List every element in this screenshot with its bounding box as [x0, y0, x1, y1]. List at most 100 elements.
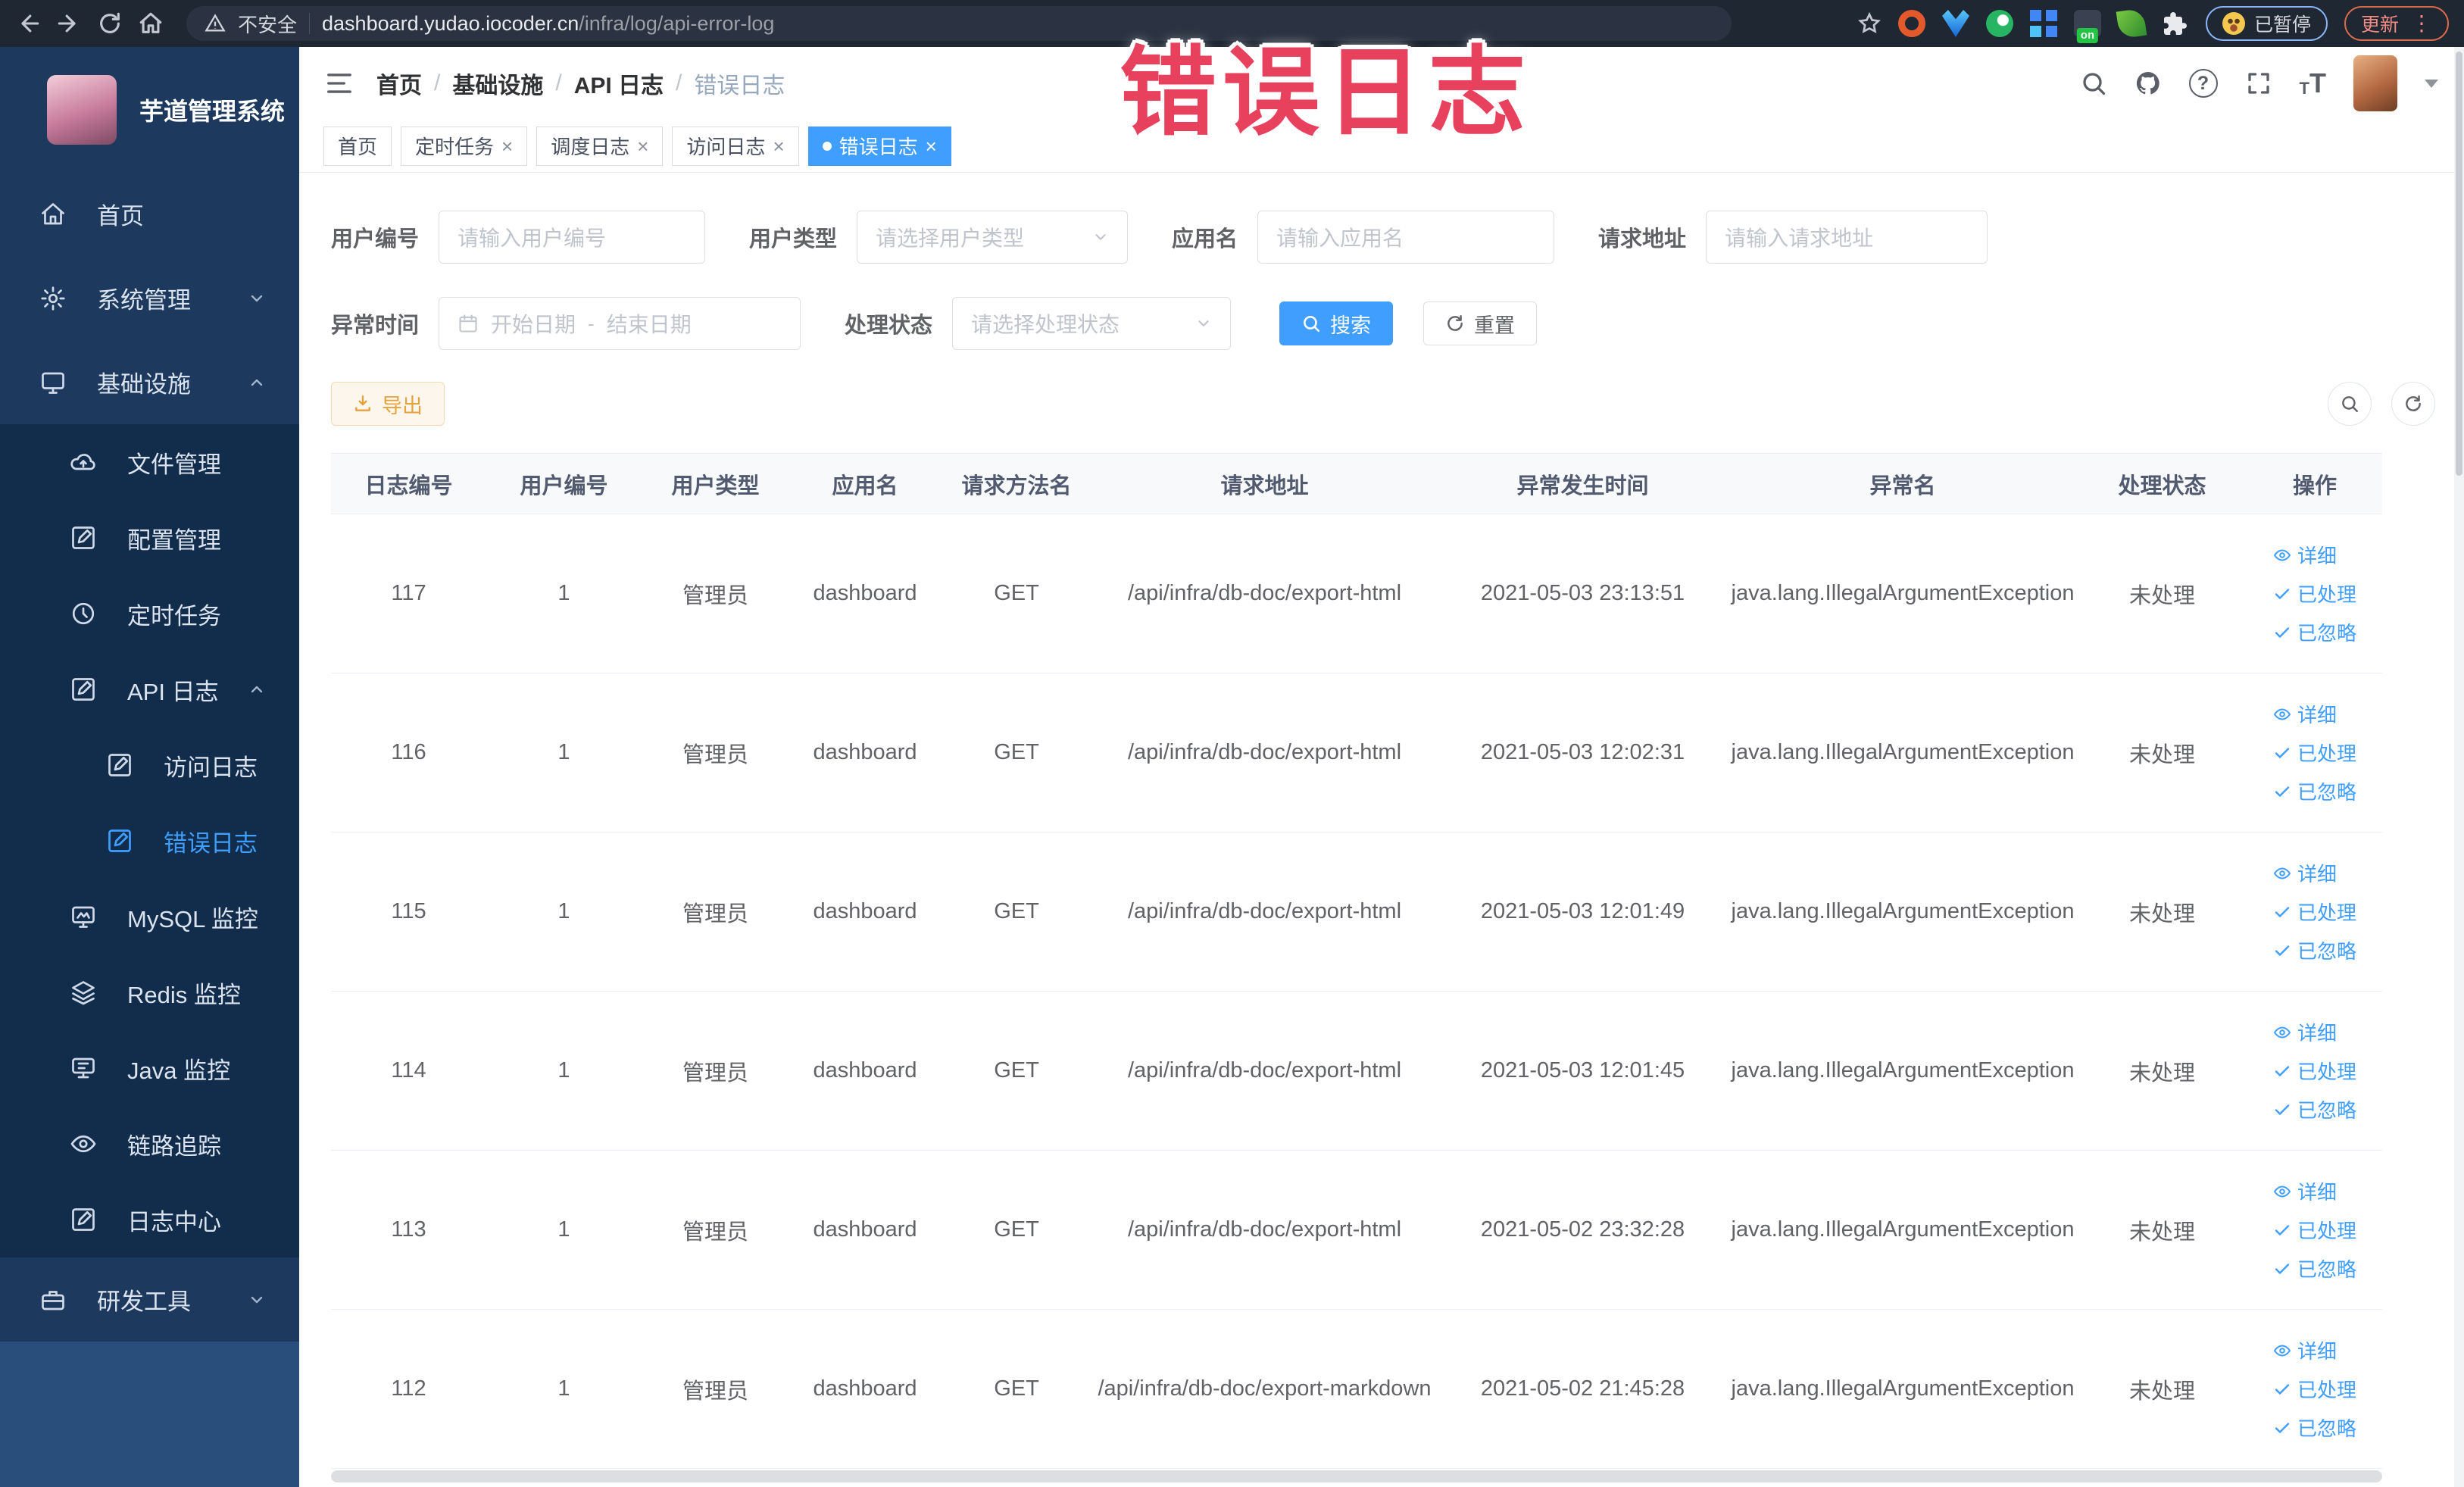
sidebar-item-error-log[interactable]: 错误日志 — [0, 803, 299, 879]
tab-schedule-log[interactable]: 调度日志 × — [536, 126, 664, 166]
mark-ignored-link[interactable]: 已忽略 — [2273, 936, 2356, 964]
end-date-placeholder[interactable]: 结束日期 — [607, 308, 692, 339]
sidebar-item-config-mgmt[interactable]: 配置管理 — [0, 500, 299, 576]
forward-icon[interactable] — [56, 11, 82, 36]
bookmark-star-icon[interactable] — [1857, 11, 1882, 36]
mark-processed-link[interactable]: 已处理 — [2273, 1216, 2356, 1244]
detail-link[interactable]: 详细 — [2273, 1177, 2337, 1205]
detail-link[interactable]: 详细 — [2273, 1336, 2337, 1364]
toggle-search-button[interactable] — [2328, 382, 2372, 426]
detail-link[interactable]: 详细 — [2273, 1018, 2337, 1046]
browser-actions: on 已暂停 更新 ⋮ — [1857, 6, 2449, 43]
detail-link[interactable]: 详细 — [2273, 700, 2337, 728]
mark-ignored-link[interactable]: 已忽略 — [2273, 1254, 2356, 1282]
fullscreen-icon[interactable] — [2245, 70, 2272, 97]
search-icon — [1304, 316, 1320, 333]
extension-icon-switch[interactable]: on — [2073, 10, 2101, 43]
mark-ignored-link[interactable]: 已忽略 — [2273, 618, 2356, 646]
active-tab-dot — [822, 141, 832, 151]
sidebar-item-scheduled-jobs[interactable]: 定时任务 — [0, 576, 299, 651]
sidebar-item-access-log[interactable]: 访问日志 — [0, 727, 299, 803]
tab-scheduled-jobs[interactable]: 定时任务 × — [401, 126, 528, 166]
process-status-select[interactable]: 请选择处理状态 — [952, 297, 1232, 350]
close-icon[interactable]: × — [501, 136, 513, 156]
sidebar-item-mysql-monitor[interactable]: MySQL 监控 — [0, 879, 299, 954]
annotation-overlay-text: 错误日志 — [1120, 39, 1532, 147]
main-content: 用户编号 请输入用户编号 用户类型 请选择用户类型 应用名 请输入应用名 请求地… — [299, 173, 2464, 1487]
breadcrumb-api-logs[interactable]: API 日志 — [574, 67, 664, 100]
mark-ignored-link[interactable]: 已忽略 — [2273, 1414, 2356, 1442]
font-size-icon[interactable]: TT — [2300, 70, 2326, 97]
sidebar-item-java-monitor[interactable]: Java 监控 — [0, 1030, 299, 1106]
toolbox-icon — [39, 1286, 67, 1314]
home-icon — [39, 201, 67, 228]
sidebar-item-dev-tools[interactable]: 研发工具 — [0, 1257, 299, 1342]
app-logo-row[interactable]: 芋道管理系统 — [0, 47, 299, 172]
extensions-puzzle-icon[interactable] — [2162, 10, 2189, 37]
detail-link[interactable]: 详细 — [2273, 859, 2337, 887]
sidebar-collapse-icon[interactable] — [325, 69, 354, 98]
page-scrollbar[interactable] — [2454, 47, 2464, 1487]
mark-processed-link[interactable]: 已处理 — [2273, 898, 2356, 926]
security-label[interactable]: 不安全 — [238, 10, 297, 38]
sidebar-item-log-center[interactable]: 日志中心 — [0, 1182, 299, 1257]
sidebar-item-infrastructure[interactable]: 基础设施 — [0, 340, 299, 424]
search-icon[interactable] — [2080, 70, 2107, 97]
close-icon[interactable]: × — [637, 136, 648, 156]
reload-icon[interactable] — [97, 11, 123, 36]
tab-error-log[interactable]: 错误日志 × — [807, 126, 951, 166]
user-menu-caret-icon[interactable] — [2425, 79, 2438, 88]
sidebar-item-redis-monitor[interactable]: Redis 监控 — [0, 954, 299, 1030]
horizontal-scrollbar[interactable] — [331, 1470, 2382, 1482]
extension-icon-orange[interactable] — [1897, 10, 1925, 37]
detail-link[interactable]: 详细 — [2273, 541, 2337, 569]
user-avatar[interactable] — [2353, 55, 2397, 111]
mark-processed-link[interactable]: 已处理 — [2273, 739, 2356, 767]
search-button[interactable]: 搜索 — [1279, 301, 1394, 345]
check-icon — [2275, 1224, 2290, 1236]
check-icon — [2275, 1065, 2290, 1076]
export-button[interactable]: 导出 — [331, 382, 445, 426]
extension-icon-blue[interactable] — [1941, 10, 1969, 37]
sidebar-item-tracing[interactable]: 链路追踪 — [0, 1106, 299, 1182]
start-date-placeholder[interactable]: 开始日期 — [491, 308, 576, 339]
request-url-input[interactable]: 请输入请求地址 — [1706, 211, 1988, 264]
reset-button[interactable]: 重置 — [1423, 301, 1538, 345]
github-icon[interactable] — [2135, 70, 2162, 97]
browser-update-button[interactable]: 更新 ⋮ — [2344, 6, 2449, 41]
close-icon[interactable]: × — [926, 136, 937, 156]
help-icon[interactable]: ? — [2188, 69, 2218, 98]
chevron-down-icon — [248, 289, 266, 308]
eye-icon — [2273, 548, 2291, 561]
mark-processed-link[interactable]: 已处理 — [2273, 579, 2356, 608]
breadcrumb-infrastructure[interactable]: 基础设施 — [452, 67, 543, 100]
check-icon — [2275, 626, 2290, 638]
mark-ignored-link[interactable]: 已忽略 — [2273, 777, 2356, 805]
close-icon[interactable]: × — [773, 136, 784, 156]
browser-home-icon[interactable] — [138, 11, 164, 36]
user-type-select[interactable]: 请选择用户类型 — [857, 211, 1129, 264]
extension-icon-green[interactable] — [1985, 10, 2013, 37]
tab-home[interactable]: 首页 — [323, 126, 392, 166]
user-id-input[interactable]: 请输入用户编号 — [439, 211, 706, 264]
mark-processed-link[interactable]: 已处理 — [2273, 1057, 2356, 1085]
sidebar-item-home[interactable]: 首页 — [0, 172, 299, 256]
browser-menu-icon[interactable]: ⋮ — [2411, 13, 2432, 34]
breadcrumb-home[interactable]: 首页 — [376, 67, 422, 100]
sidebar-item-file-mgmt[interactable]: 文件管理 — [0, 424, 299, 500]
table-header-row: 日志编号 用户编号 用户类型 应用名 请求方法名 请求地址 异常发生时间 异常名… — [331, 453, 2382, 514]
extension-icon-grid[interactable] — [2029, 10, 2057, 37]
tab-access-log[interactable]: 访问日志 × — [672, 126, 799, 166]
sidebar-item-system-mgmt[interactable]: 系统管理 — [0, 256, 299, 340]
profile-paused-badge[interactable]: 已暂停 — [2205, 6, 2328, 41]
mark-ignored-link[interactable]: 已忽略 — [2273, 1095, 2356, 1123]
mark-processed-link[interactable]: 已处理 — [2273, 1375, 2356, 1403]
sidebar-item-api-logs[interactable]: API 日志 — [0, 651, 299, 727]
process-status-label: 处理状态 — [845, 314, 933, 338]
refresh-table-button[interactable] — [2391, 382, 2435, 426]
page-url[interactable]: dashboard.yudao.iocoder.cn/infra/log/api… — [322, 12, 774, 36]
extension-icon-leaf[interactable] — [2116, 8, 2147, 39]
back-icon[interactable] — [15, 11, 41, 36]
app-name-input[interactable]: 请输入应用名 — [1257, 211, 1555, 264]
exception-time-range-picker[interactable]: 开始日期 - 结束日期 — [439, 297, 801, 350]
